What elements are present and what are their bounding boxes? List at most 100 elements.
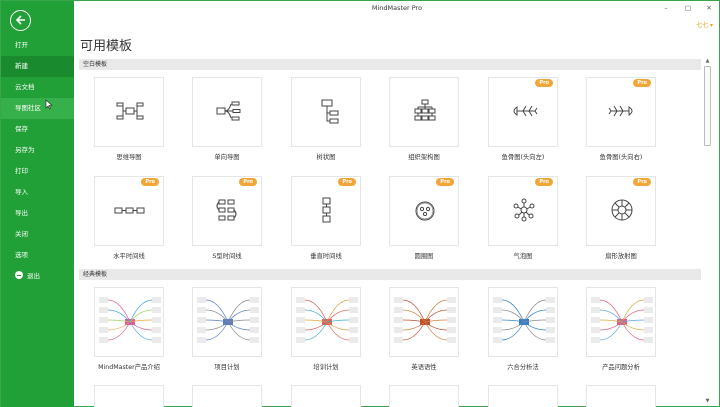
fishbone-left-icon [513,105,538,117]
sidebar-item-exit[interactable]: 退出 [1,266,74,287]
template-label: 单向导图 [214,154,240,161]
template-label: 产品问题分析 [602,364,640,371]
user-account-menu[interactable]: 七七 ▾ [696,20,713,29]
template-card[interactable] [291,385,361,407]
template-label: 六合分析法 [507,364,539,371]
right-map-icon [216,101,241,121]
pro-badge: Pro [239,178,257,186]
title-bar: MindMaster Pro – □ ✕ [74,1,720,15]
template-card[interactable] [192,385,262,407]
scroll-up-icon[interactable]: ▲ [703,57,712,65]
sidebar: 打开 新建 云文档 导图社区 保存 另存为 打印 导入 导出 关闭 选项 退出 [1,1,74,407]
pro-badge: Pro [535,178,553,186]
template-card[interactable]: Pro [291,176,361,246]
mindmap-preview [493,297,555,343]
pro-badge: Pro [535,79,553,87]
sidebar-item-cloud-docs[interactable]: 云文档 [1,77,74,98]
template-card[interactable]: Pro [586,77,656,147]
template-card[interactable]: Pro [389,176,459,246]
app-window: 打开 新建 云文档 导图社区 保存 另存为 打印 导入 导出 关闭 选项 退出 … [0,0,720,407]
template-card[interactable]: Pro [192,176,262,246]
template-label: 英语语性 [411,364,437,371]
arrow-left-icon [15,15,25,25]
section-header-blank: 空白模板 [79,59,701,70]
sidebar-item-options[interactable]: 选项 [1,245,74,266]
horizontal-timeline-icon [114,207,145,214]
sidebar-menu: 打开 新建 云文档 导图社区 保存 另存为 打印 导入 导出 关闭 选项 退出 [1,35,74,287]
pro-badge: Pro [633,79,651,87]
template-label: 组织架构图 [408,154,440,161]
org-chart-icon [414,99,436,121]
pro-badge: Pro [338,178,356,186]
template-card[interactable] [291,287,361,357]
template-card[interactable] [586,385,656,407]
circle-map-icon [415,201,435,221]
template-card[interactable]: Pro [586,176,656,246]
bubble-map-icon [513,198,535,222]
scroll-thumb[interactable] [704,66,711,146]
sidebar-item-new[interactable]: 新建 [1,56,74,77]
template-label: 气泡图 [513,253,533,260]
template-card[interactable]: Pro [488,77,558,147]
template-label: 扇形放射图 [605,253,637,260]
mindmap-preview [99,297,161,343]
template-label: MindMaster产品介绍 [98,364,160,371]
pro-badge: Pro [141,178,159,186]
template-card[interactable] [192,77,262,147]
sector-radial-icon [611,199,633,221]
sidebar-item-export[interactable]: 导出 [1,203,74,224]
mindmap-preview [394,297,456,343]
template-label: 垂直时间线 [310,253,342,260]
sidebar-item-print[interactable]: 打印 [1,161,74,182]
vertical-scrollbar[interactable]: ▲ ▼ [703,57,712,407]
fishbone-right-icon [608,105,633,117]
sidebar-item-community[interactable]: 导图社区 [1,98,74,119]
sidebar-item-save-as[interactable]: 另存为 [1,140,74,161]
template-label: 鱼骨图(头向右) [599,154,643,161]
template-label: 鱼骨图(头向左) [501,154,545,161]
template-card[interactable] [94,385,164,407]
s-timeline-icon [216,199,237,221]
vertical-timeline-icon [322,197,331,223]
template-label: S型时间线 [212,253,242,260]
template-card[interactable] [389,77,459,147]
template-label: 圆圈图 [414,253,434,260]
template-card[interactable] [389,287,459,357]
mouse-cursor-icon [45,99,53,110]
close-button[interactable]: ✕ [704,4,714,12]
minus-circle-icon [15,271,23,279]
template-card[interactable]: Pro [488,176,558,246]
template-label: 水平时间线 [113,253,145,260]
pro-badge: Pro [436,178,454,186]
back-button[interactable] [10,10,31,31]
sidebar-item-import[interactable]: 导入 [1,182,74,203]
page-title: 可用模板 [80,39,133,54]
minimize-button[interactable]: – [661,4,671,12]
sidebar-item-close[interactable]: 关闭 [1,224,74,245]
sidebar-item-save[interactable]: 保存 [1,119,74,140]
mindmap-icon [116,102,144,120]
maximize-button[interactable]: □ [683,4,693,12]
tree-icon [321,99,339,124]
app-title: MindMaster Pro [371,4,423,12]
pro-badge: Pro [633,178,651,186]
template-card[interactable] [389,385,459,407]
template-card[interactable] [488,385,558,407]
scroll-down-icon[interactable]: ▼ [703,397,712,405]
template-card[interactable] [586,287,656,357]
template-card[interactable] [488,287,558,357]
section-header-classic: 经典模板 [79,269,701,280]
template-label: 培训计划 [313,364,339,371]
template-label: 树状图 [316,154,336,161]
template-label: 思维导图 [116,154,142,161]
mindmap-preview [197,297,259,343]
mindmap-preview [591,297,653,343]
template-card[interactable] [192,287,262,357]
template-card[interactable] [94,287,164,357]
sidebar-item-open[interactable]: 打开 [1,35,74,56]
mindmap-preview [296,297,358,343]
template-card[interactable] [291,77,361,147]
template-label: 项目计划 [214,364,240,371]
template-card[interactable]: Pro [94,176,164,246]
template-card[interactable] [94,77,164,147]
